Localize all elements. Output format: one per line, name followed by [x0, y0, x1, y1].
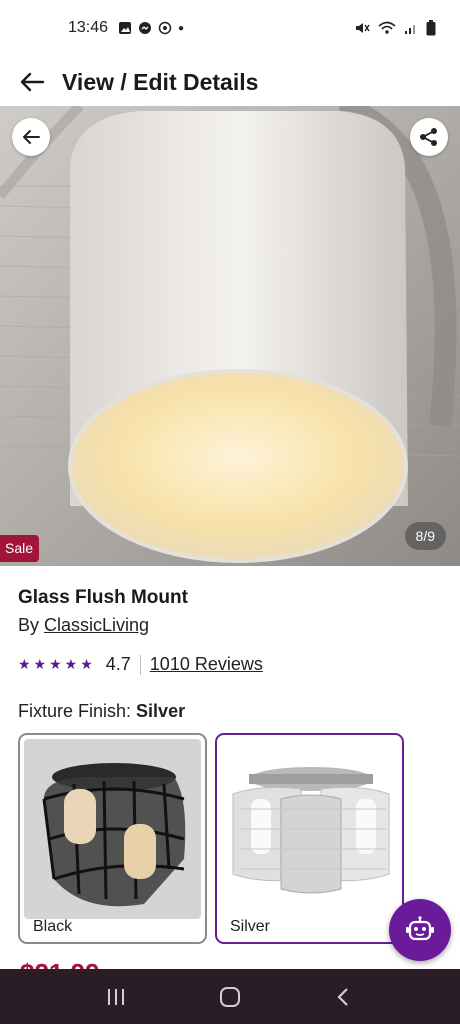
finish-black-image — [24, 739, 201, 919]
image-counter: 8/9 — [404, 522, 446, 550]
star-rating: ★★★★★ — [18, 656, 96, 672]
brand-line: By ClassicLiving — [18, 615, 149, 636]
arrow-left-icon — [23, 130, 40, 144]
share-button[interactable] — [410, 118, 448, 156]
assistant-bot-button[interactable] — [389, 899, 451, 961]
signal-icon — [405, 25, 415, 34]
recent-apps-icon[interactable] — [105, 986, 127, 1008]
finish-label-text: Fixture Finish: — [18, 701, 132, 721]
status-time: 13:46 — [68, 19, 109, 36]
battery-icon — [426, 20, 436, 36]
whatsapp-icon — [158, 21, 172, 35]
home-icon[interactable] — [218, 986, 242, 1008]
finish-option-label: Silver — [230, 918, 271, 935]
system-nav-bar — [0, 969, 460, 1024]
back-nav-icon[interactable] — [333, 986, 355, 1008]
finish-option-label: Black — [33, 918, 73, 935]
brand-link[interactable]: ClassicLiving — [44, 615, 149, 635]
gallery-back-button[interactable] — [12, 118, 50, 156]
dot-icon: ● — [178, 22, 185, 34]
back-button[interactable] — [2, 56, 62, 108]
reviews-link[interactable]: 1010 Reviews — [150, 654, 263, 675]
finish-option-silver[interactable]: Silver — [215, 733, 404, 944]
finish-option-black[interactable]: Black — [18, 733, 207, 944]
app-bar: View / Edit Details — [0, 56, 460, 108]
robot-icon — [406, 916, 434, 941]
finish-selected: Silver — [136, 701, 186, 721]
page-title: View / Edit Details — [62, 68, 259, 95]
finish-silver-image — [221, 739, 398, 919]
divider — [139, 654, 141, 675]
share-icon — [420, 128, 437, 146]
by-prefix: By — [18, 615, 40, 635]
product-image-gallery[interactable] — [0, 106, 460, 566]
gallery-icon — [119, 22, 132, 34]
status-bar: 13:46 ● — [0, 0, 460, 56]
rating-value: 4.7 — [105, 654, 131, 674]
wifi-icon — [378, 21, 396, 34]
finish-label: Fixture Finish: Silver — [18, 701, 185, 722]
arrow-left-icon — [20, 72, 45, 92]
sale-badge: Sale — [0, 535, 40, 562]
rating-row: ★★★★★ 4.7 1010 Reviews — [18, 654, 263, 675]
messenger-icon — [139, 22, 152, 34]
product-name: Glass Flush Mount — [18, 587, 188, 608]
product-photo — [0, 106, 460, 566]
mute-icon — [356, 23, 370, 33]
